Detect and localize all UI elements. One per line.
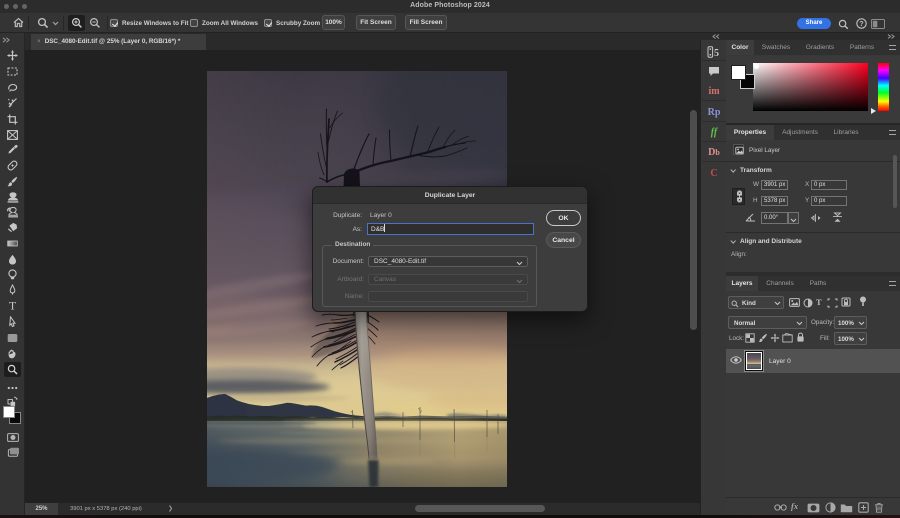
svg-text:?: ? <box>859 21 863 28</box>
svg-text:T: T <box>9 300 17 311</box>
svg-text:5: 5 <box>714 47 719 57</box>
